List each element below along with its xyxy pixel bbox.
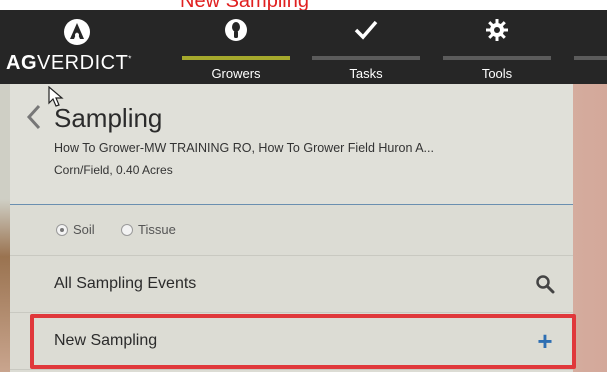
- tab-tasks[interactable]: Tasks: [312, 10, 420, 84]
- field-detail: Corn/Field, 0.40 Acres: [54, 163, 173, 177]
- search-icon[interactable]: [531, 270, 559, 298]
- row-label: All Sampling Events: [54, 275, 197, 292]
- field-subtitle: How To Grower-MW TRAINING RO, How To Gro…: [54, 141, 434, 155]
- all-sampling-events-row[interactable]: All Sampling Events: [10, 256, 573, 313]
- radio-dot: [56, 223, 68, 236]
- radio-label: Soil: [73, 222, 95, 237]
- brand-text: AGVERDICT*: [6, 52, 132, 74]
- radio-tissue[interactable]: Tissue: [121, 222, 176, 237]
- top-strip: New Sampling: [0, 0, 607, 11]
- brand-logo[interactable]: AGVERDICT*: [0, 10, 175, 84]
- panel-header: Sampling How To Grower-MW TRAINING RO, H…: [10, 84, 573, 205]
- tab-tools[interactable]: Tools: [443, 10, 551, 84]
- gear-icon: [486, 19, 508, 41]
- tab-more[interactable]: [574, 10, 607, 84]
- radio-dot: [121, 223, 133, 236]
- back-chevron-icon[interactable]: [26, 104, 42, 130]
- grower-icon: [225, 19, 247, 41]
- background-image: [0, 84, 10, 372]
- top-nav: AGVERDICT* Growers Tasks Tools: [0, 10, 607, 84]
- page-title: Sampling: [54, 103, 163, 133]
- mouse-cursor-icon: [48, 86, 64, 107]
- tab-growers[interactable]: Growers: [182, 10, 290, 84]
- ag-logo-icon: [64, 19, 90, 45]
- tab-label: Growers: [211, 66, 261, 81]
- sample-type-selector: Soil Tissue: [10, 205, 573, 256]
- check-icon: [354, 20, 378, 40]
- brand-light: VERDICT: [37, 52, 129, 74]
- radio-soil[interactable]: Soil: [56, 222, 95, 237]
- radio-label: Tissue: [138, 222, 176, 237]
- tab-label: Tasks: [349, 66, 383, 81]
- brand-bold: AG: [6, 52, 37, 74]
- highlight-box: [30, 314, 576, 369]
- tab-label: Tools: [481, 66, 513, 81]
